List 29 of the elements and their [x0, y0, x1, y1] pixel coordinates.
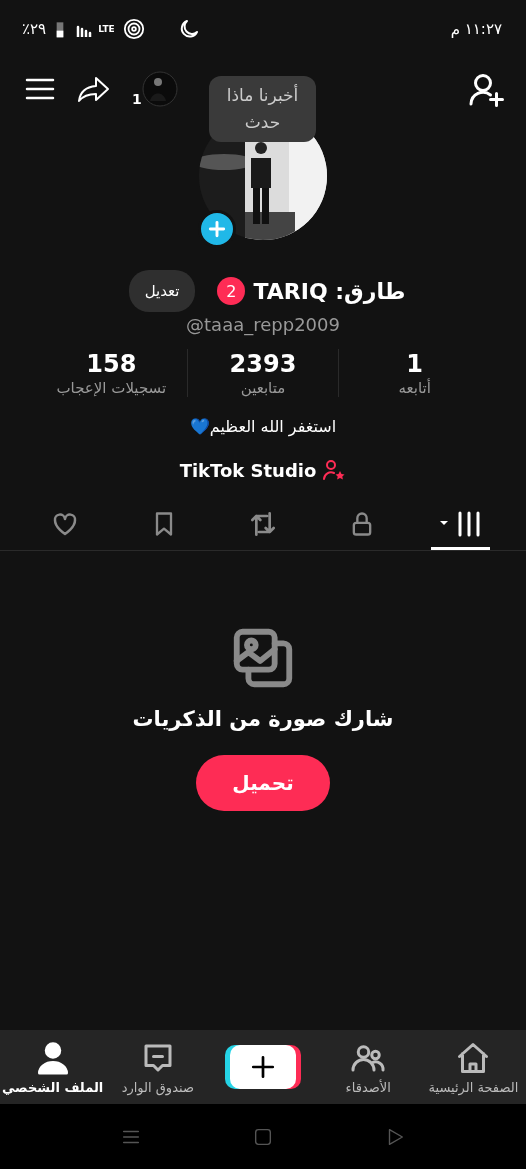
studio-link[interactable]: TikTok Studio — [179, 459, 317, 481]
clock-time: ١١:٢٧ م — [450, 20, 502, 38]
notification-badge: 2 — [217, 277, 246, 305]
stat-label: متابعين — [239, 379, 287, 397]
empty-message: شارك صورة من الذكريات — [132, 707, 394, 731]
person-star-icon — [322, 458, 347, 482]
nav-item[interactable]: صندوق الوارد — [105, 1039, 211, 1095]
plus-icon — [207, 219, 227, 239]
username: @taaa_repp2009 — [185, 314, 341, 335]
share-icon[interactable] — [76, 74, 112, 104]
notification-count: 1 — [132, 91, 142, 107]
stat-value: 2393 — [228, 349, 298, 379]
upload-button[interactable]: تحميل — [196, 755, 330, 811]
plus-icon — [250, 1054, 276, 1080]
add-friend-icon[interactable] — [468, 71, 504, 107]
network-label: LTE — [98, 24, 115, 34]
stat-value: 1 — [405, 349, 424, 378]
bio-text: استغفر الله العظيم💙 — [188, 417, 338, 436]
tooltip: أخبرنا ماذا حدث — [209, 76, 316, 142]
stat-label: أتابعه — [397, 379, 432, 397]
battery-level: ٪٢٩ — [22, 20, 47, 38]
hotspot-icon — [122, 18, 145, 40]
stat-label: تسجيلات الإعجاب — [55, 379, 168, 397]
nav-item[interactable]: الصفحة الرئيسية — [420, 1039, 526, 1095]
edit-button[interactable]: تعديل — [128, 270, 196, 312]
stat-value: 158 — [85, 349, 138, 379]
nav-item[interactable]: الملف الشخصي — [0, 1039, 106, 1095]
display-name: طارق: TARIQ — [253, 278, 406, 304]
nav-item[interactable]: الأصدقاء — [315, 1039, 421, 1095]
